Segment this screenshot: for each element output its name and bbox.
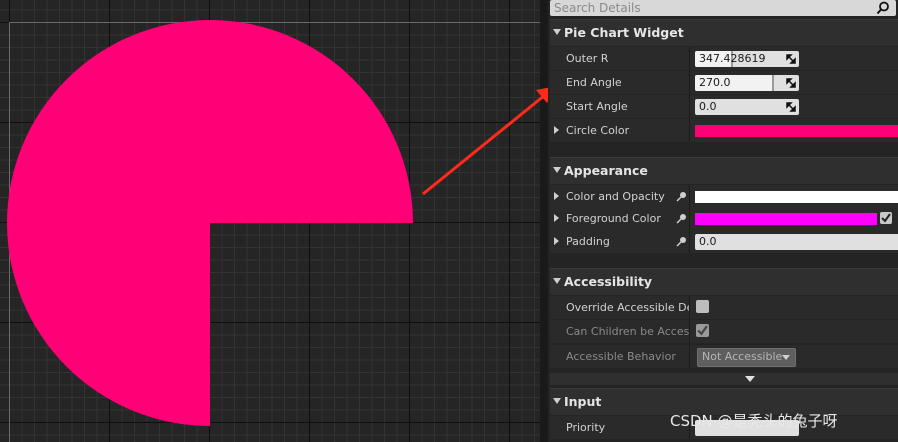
checkmark-icon bbox=[697, 325, 708, 336]
pie-slice[interactable] bbox=[7, 20, 413, 426]
expand-advanced-icon[interactable] bbox=[745, 376, 755, 382]
chevron-down-icon bbox=[782, 355, 790, 360]
property-row-start-angle: Start Angle 0.0 bbox=[550, 95, 898, 118]
property-label: Outer R bbox=[566, 52, 609, 65]
details-panel: Pie Chart Widget Outer R 347.428619 End … bbox=[548, 0, 898, 442]
search-details-box[interactable] bbox=[550, 0, 896, 16]
collapse-arrow-icon[interactable] bbox=[553, 398, 561, 404]
foreground-color-swatch[interactable] bbox=[695, 213, 877, 225]
override-accessible-defaults-checkbox[interactable] bbox=[696, 300, 709, 313]
advanced-expander[interactable] bbox=[550, 373, 898, 385]
binding-icon[interactable] bbox=[676, 191, 687, 202]
field-value: 270.0 bbox=[699, 76, 731, 89]
binding-icon[interactable] bbox=[676, 236, 687, 247]
section-title: Pie Chart Widget bbox=[564, 25, 684, 40]
field-value: 0.0 bbox=[699, 100, 717, 113]
drag-resize-icon[interactable] bbox=[786, 102, 796, 112]
watermark: CSDN @是秃头的兔子呀 bbox=[670, 412, 838, 430]
can-children-be-accessible-checkbox[interactable] bbox=[696, 324, 709, 337]
property-row-end-angle: End Angle 270.0 bbox=[550, 71, 898, 94]
column-splitter[interactable] bbox=[689, 345, 690, 368]
property-label: Override Accessible Defa bbox=[566, 301, 690, 314]
column-splitter[interactable] bbox=[689, 230, 690, 253]
dropdown-value: Not Accessible bbox=[702, 350, 783, 363]
property-label: Can Children be Accessib bbox=[566, 325, 690, 338]
binding-icon[interactable] bbox=[676, 213, 687, 224]
property-row-outer-r: Outer R 347.428619 bbox=[550, 47, 898, 70]
column-splitter[interactable] bbox=[689, 119, 690, 142]
collapse-arrow-icon[interactable] bbox=[553, 278, 561, 284]
property-label: Start Angle bbox=[566, 100, 628, 113]
column-splitter[interactable] bbox=[689, 320, 690, 343]
property-row-circle-color: Circle Color bbox=[550, 119, 898, 142]
section-pie-chart-widget[interactable]: Pie Chart Widget bbox=[550, 19, 898, 46]
column-splitter[interactable] bbox=[689, 71, 690, 94]
property-row-foreground-color: Foreground Color bbox=[550, 207, 898, 230]
expand-arrow-icon[interactable] bbox=[554, 237, 559, 245]
accessible-behavior-dropdown[interactable]: Not Accessible bbox=[697, 348, 796, 367]
expand-arrow-icon[interactable] bbox=[554, 192, 559, 200]
drag-resize-icon[interactable] bbox=[786, 54, 796, 64]
pie-chart-widget[interactable] bbox=[0, 0, 548, 442]
checkmark-icon bbox=[881, 213, 891, 223]
circle-color-swatch[interactable] bbox=[695, 125, 898, 137]
property-label: Padding bbox=[566, 235, 610, 248]
expand-arrow-icon[interactable] bbox=[554, 126, 559, 134]
property-row-padding: Padding 0.0 bbox=[550, 230, 898, 253]
section-appearance[interactable]: Appearance bbox=[550, 157, 898, 184]
property-row-can-children-be-accessible: Can Children be Accessib bbox=[550, 320, 898, 343]
drag-resize-icon[interactable] bbox=[786, 78, 796, 88]
property-label: End Angle bbox=[566, 76, 622, 89]
collapse-arrow-icon[interactable] bbox=[553, 167, 561, 173]
color-and-opacity-swatch[interactable] bbox=[695, 191, 898, 203]
field-value: 347.428619 bbox=[699, 52, 766, 65]
property-label: Circle Color bbox=[566, 124, 630, 137]
column-splitter[interactable] bbox=[689, 296, 690, 319]
property-label: Accessible Behavior bbox=[566, 350, 676, 363]
section-title: Accessibility bbox=[564, 274, 653, 289]
magnifier-icon[interactable] bbox=[876, 1, 890, 15]
panel-splitter[interactable] bbox=[540, 0, 548, 442]
designer-viewport[interactable] bbox=[0, 0, 548, 442]
start-angle-field[interactable]: 0.0 bbox=[695, 99, 799, 115]
property-label: Color and Opacity bbox=[566, 190, 665, 203]
section-accessibility[interactable]: Accessibility bbox=[550, 268, 898, 295]
outer-r-field[interactable]: 347.428619 bbox=[695, 51, 799, 67]
property-label: Foreground Color bbox=[566, 212, 661, 225]
column-splitter[interactable] bbox=[689, 185, 690, 208]
column-splitter[interactable] bbox=[689, 47, 690, 70]
column-splitter[interactable] bbox=[689, 95, 690, 118]
collapse-arrow-icon[interactable] bbox=[553, 29, 561, 35]
search-details-input[interactable] bbox=[554, 0, 870, 16]
property-row-accessible-behavior: Accessible Behavior Not Accessible bbox=[550, 345, 898, 368]
field-value: 0.0 bbox=[699, 235, 717, 248]
column-splitter[interactable] bbox=[689, 207, 690, 230]
expand-arrow-icon[interactable] bbox=[554, 214, 559, 222]
section-title: Input bbox=[564, 394, 602, 409]
foreground-use-checkbox[interactable] bbox=[880, 212, 892, 224]
end-angle-field[interactable]: 270.0 bbox=[695, 75, 799, 91]
property-row-color-and-opacity: Color and Opacity bbox=[550, 185, 898, 208]
padding-field[interactable]: 0.0 bbox=[695, 234, 898, 250]
property-row-override-accessible-defaults: Override Accessible Defa bbox=[550, 296, 898, 319]
section-title: Appearance bbox=[564, 163, 648, 178]
